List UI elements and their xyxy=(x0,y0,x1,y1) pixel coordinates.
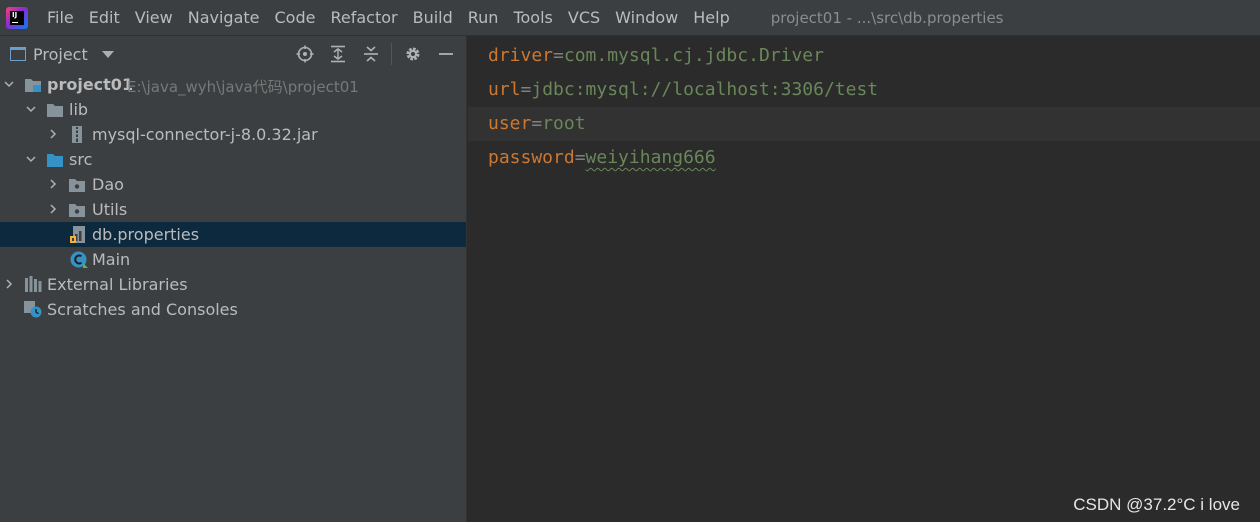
property-value: root xyxy=(542,113,586,134)
property-separator: = xyxy=(531,113,543,134)
property-value: jdbc:mysql://localhost:3306/test xyxy=(531,79,879,100)
menu-vcs[interactable]: VCS xyxy=(568,8,600,27)
java-class-icon xyxy=(70,251,88,268)
project-window-icon xyxy=(10,47,26,61)
project-toolbar xyxy=(284,36,458,72)
tree-label-jar: mysql-connector-j-8.0.32.jar xyxy=(92,125,318,144)
property-key: password xyxy=(488,147,575,168)
chevron-down-icon[interactable] xyxy=(4,79,14,89)
menu-code[interactable]: Code xyxy=(275,8,316,27)
tree-label-lib: lib xyxy=(69,100,89,119)
tree-label-db-properties: db.properties xyxy=(92,225,200,244)
menu-navigate[interactable]: Navigate xyxy=(188,8,260,27)
menu-help[interactable]: Help xyxy=(693,8,729,27)
package-icon xyxy=(69,179,85,192)
tree-label-main: Main xyxy=(92,250,131,269)
properties-file-icon xyxy=(70,226,85,243)
property-key: url xyxy=(488,79,521,100)
tree-label-utils: Utils xyxy=(92,200,128,219)
menu-bar: IJ File Edit View Navigate Code Refactor… xyxy=(0,0,1260,36)
editor[interactable]: driver=com.mysql.cj.jdbc.Driver url=jdbc… xyxy=(468,36,1260,522)
code-line[interactable]: password=weiyihang666 xyxy=(468,141,1260,175)
property-value: com.mysql.cj.jdbc.Driver xyxy=(563,45,824,66)
menu-tools[interactable]: Tools xyxy=(513,8,552,27)
chevron-right-icon[interactable] xyxy=(48,129,58,139)
property-separator: = xyxy=(520,79,532,100)
project-tree: project01 E:\java_wyh\java代码\project01 l… xyxy=(0,72,466,322)
module-folder-icon xyxy=(25,79,41,92)
menu-edit[interactable]: Edit xyxy=(89,8,120,27)
code-line[interactable]: driver=com.mysql.cj.jdbc.Driver xyxy=(468,39,1260,73)
tree-node-utils[interactable]: Utils xyxy=(0,197,466,222)
menu-view[interactable]: View xyxy=(135,8,173,27)
gear-icon[interactable] xyxy=(401,42,425,66)
tree-node-jar[interactable]: mysql-connector-j-8.0.32.jar xyxy=(0,122,466,147)
chevron-right-icon[interactable] xyxy=(48,179,58,189)
tree-node-db-properties[interactable]: db.properties xyxy=(0,222,466,247)
menu-refactor[interactable]: Refactor xyxy=(330,8,397,27)
property-separator: = xyxy=(574,147,586,168)
collapse-all-icon[interactable] xyxy=(359,42,383,66)
project-panel-header: Project xyxy=(0,36,466,72)
property-value-typo: weiyihang666 xyxy=(585,147,716,168)
menu-file[interactable]: File xyxy=(47,8,74,27)
tree-node-dao[interactable]: Dao xyxy=(0,172,466,197)
project-panel: Project project01 E:\java_wyh\java代码\pro… xyxy=(0,36,467,522)
tree-label-scratches: Scratches and Consoles xyxy=(47,300,238,319)
code-line-current[interactable]: user=root xyxy=(468,107,1260,141)
tree-node-project01[interactable]: project01 E:\java_wyh\java代码\project01 xyxy=(0,72,466,97)
code-line[interactable]: url=jdbc:mysql://localhost:3306/test xyxy=(468,73,1260,107)
tree-label-src: src xyxy=(69,150,93,169)
window-title: project01 - ...\src\db.properties xyxy=(770,8,1004,27)
chevron-right-icon[interactable] xyxy=(4,279,14,289)
folder-icon xyxy=(47,104,63,117)
expand-all-icon[interactable] xyxy=(326,42,350,66)
property-key: user xyxy=(488,113,532,134)
locate-icon[interactable] xyxy=(293,42,317,66)
tree-node-scratches[interactable]: Scratches and Consoles xyxy=(0,297,466,322)
property-key: driver xyxy=(488,45,554,66)
menu-run[interactable]: Run xyxy=(468,8,499,27)
jar-archive-icon xyxy=(72,126,82,143)
menu-build[interactable]: Build xyxy=(413,8,453,27)
tree-node-main[interactable]: Main xyxy=(0,247,466,272)
tree-node-lib[interactable]: lib xyxy=(0,97,466,122)
tree-label-dao: Dao xyxy=(92,175,124,194)
intellij-logo-icon: IJ xyxy=(6,6,28,29)
project-panel-title[interactable]: Project xyxy=(33,45,88,64)
chevron-right-icon[interactable] xyxy=(48,204,58,214)
project-path: E:\java_wyh\java代码\project01 xyxy=(127,78,359,96)
chevron-down-icon[interactable] xyxy=(26,104,36,114)
source-folder-icon xyxy=(47,154,63,167)
chevron-down-icon[interactable] xyxy=(26,154,36,164)
tree-node-external-libraries[interactable]: External Libraries xyxy=(0,272,466,297)
scratches-icon xyxy=(24,301,42,318)
toolbar-separator xyxy=(391,43,392,65)
minimize-icon[interactable] xyxy=(434,42,458,66)
tree-node-src[interactable]: src xyxy=(0,147,466,172)
tree-label-external-libraries: External Libraries xyxy=(47,275,188,294)
csdn-watermark: CSDN @37.2°C i love xyxy=(1073,495,1240,514)
menu-window[interactable]: Window xyxy=(615,8,678,27)
tree-label-project01: project01 xyxy=(47,75,134,94)
view-mode-dropdown-icon[interactable] xyxy=(101,50,114,58)
package-icon xyxy=(69,204,85,217)
libraries-icon xyxy=(25,276,42,292)
property-separator: = xyxy=(553,45,564,66)
